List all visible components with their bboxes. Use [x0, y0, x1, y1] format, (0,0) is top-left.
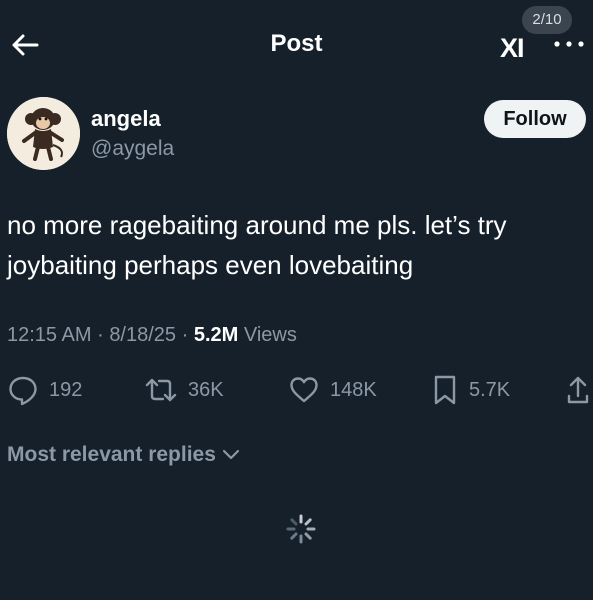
- bookmark-icon: [431, 374, 459, 406]
- repost-icon: [144, 374, 178, 406]
- reply-icon: [7, 374, 39, 406]
- chevron-down-icon: [222, 449, 240, 461]
- reply-count: 192: [49, 378, 83, 401]
- bookmark-button[interactable]: 5.7K: [431, 374, 510, 406]
- post-text: no more ragebaiting around me pls. let’s…: [7, 205, 567, 285]
- author-name[interactable]: angela: [91, 106, 161, 132]
- loading-spinner-icon: [286, 514, 316, 544]
- replies-sort-label: Most relevant replies: [7, 443, 216, 466]
- bookmark-count: 5.7K: [469, 378, 511, 401]
- heart-icon: [288, 374, 320, 406]
- share-icon: [566, 374, 590, 406]
- meta-separator: ·: [97, 324, 104, 346]
- brand-mark: XI: [500, 33, 524, 63]
- repost-count: 36K: [188, 378, 224, 401]
- like-count: 148K: [330, 378, 377, 401]
- more-options-button[interactable]: [552, 38, 586, 50]
- post-meta: 12:15 AM · 8/18/25 · 5.2M Views: [7, 321, 297, 349]
- share-button[interactable]: [566, 374, 593, 406]
- replies-sort-dropdown[interactable]: Most relevant replies: [7, 441, 240, 469]
- views-label[interactable]: Views: [244, 324, 297, 346]
- reply-button[interactable]: 192: [7, 374, 82, 406]
- post-time[interactable]: 12:15 AM: [7, 324, 92, 346]
- like-button[interactable]: 148K: [288, 374, 377, 406]
- post-date[interactable]: 8/18/25: [109, 324, 176, 346]
- author-handle[interactable]: @aygela: [91, 136, 174, 162]
- post-text-line: no more ragebaiting around me pls. let’s…: [7, 210, 507, 240]
- monkey-avatar-icon: [7, 97, 80, 170]
- meta-separator: ·: [181, 324, 189, 346]
- image-counter-badge: 2/10: [522, 6, 572, 34]
- post-text-line: joybaiting perhaps even lovebaiting: [7, 250, 414, 280]
- follow-button[interactable]: Follow: [484, 100, 586, 138]
- avatar[interactable]: [7, 97, 80, 170]
- views-count[interactable]: 5.2M: [194, 324, 238, 346]
- repost-button[interactable]: 36K: [144, 374, 224, 406]
- more-horizontal-icon: [554, 41, 584, 47]
